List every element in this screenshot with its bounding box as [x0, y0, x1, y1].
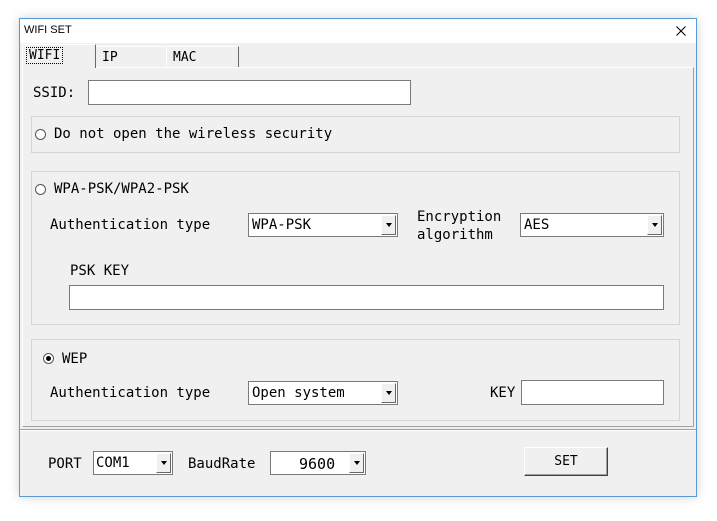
psk-key-label: PSK KEY — [70, 263, 130, 279]
no-security-label: Do not open the wireless security — [54, 126, 333, 142]
wep-label: WEP — [62, 351, 88, 367]
radio-wpa[interactable] — [35, 184, 46, 195]
set-button[interactable]: SET — [524, 447, 608, 476]
ssid-label: SSID: — [33, 85, 76, 101]
chevron-down-icon[interactable] — [156, 453, 171, 473]
encryption-value: AES — [524, 217, 550, 233]
psk-key-input[interactable] — [69, 285, 664, 310]
tab-ip-label: IP — [102, 50, 118, 65]
wep-key-label: KEY — [490, 385, 516, 401]
tab-mac-label: MAC — [173, 50, 197, 65]
wpa-auth-type-select[interactable]: WPA-PSK — [248, 213, 398, 237]
close-button[interactable] — [666, 19, 696, 43]
baudrate-value: 9600 — [299, 455, 336, 473]
port-label: PORT — [48, 456, 82, 472]
close-icon — [676, 26, 686, 36]
window-title: WIFI SET — [24, 24, 72, 36]
title-bar: WIFI SET — [20, 19, 696, 43]
footer-separator — [20, 429, 696, 431]
radio-no-security[interactable] — [35, 129, 46, 140]
chevron-down-icon[interactable] — [647, 215, 662, 235]
set-button-label: SET — [554, 454, 578, 469]
wifi-set-dialog: WIFI SET WIFI IP MAC SSID: Do not open t… — [19, 18, 697, 497]
port-value: COM1 — [96, 455, 130, 471]
tab-wifi-label: WIFI — [25, 47, 64, 64]
baudrate-label: BaudRate — [188, 456, 256, 472]
encryption-select[interactable]: AES — [520, 213, 664, 237]
wep-auth-type-label: Authentication type — [50, 385, 211, 401]
radio-wep[interactable] — [43, 353, 54, 364]
port-select[interactable]: COM1 — [93, 451, 173, 475]
chevron-down-icon[interactable] — [349, 453, 364, 473]
baudrate-select[interactable]: 9600 — [270, 451, 366, 475]
wep-auth-type-select[interactable]: Open system — [248, 381, 398, 405]
wpa-label: WPA-PSK/WPA2-PSK — [54, 181, 189, 197]
wpa-auth-type-label: Authentication type — [50, 217, 211, 233]
encryption-label-line1: Encryption — [417, 209, 502, 225]
wep-auth-type-value: Open system — [252, 385, 345, 401]
tab-ip[interactable]: IP — [95, 46, 167, 67]
ssid-input[interactable] — [88, 80, 411, 105]
chevron-down-icon[interactable] — [381, 215, 396, 235]
tab-wifi[interactable]: WIFI — [22, 44, 96, 68]
encryption-label-line2: algorithm — [417, 227, 493, 243]
tab-mac[interactable]: MAC — [166, 46, 239, 67]
wpa-auth-type-value: WPA-PSK — [252, 217, 312, 233]
wep-key-input[interactable] — [521, 380, 664, 405]
chevron-down-icon[interactable] — [381, 383, 396, 403]
